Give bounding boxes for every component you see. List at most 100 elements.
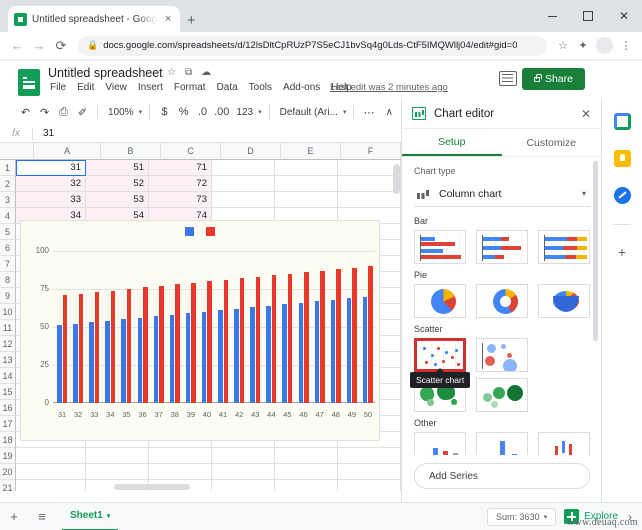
tab-customize[interactable]: Customize (502, 129, 602, 156)
row-header[interactable]: 20 (0, 464, 16, 480)
grid-cell[interactable] (275, 192, 338, 208)
grid-cell[interactable] (212, 448, 275, 464)
chart-bar-group[interactable] (56, 251, 69, 403)
thumb-scatter-chart[interactable] (414, 338, 466, 372)
currency-format-icon[interactable]: $ (155, 102, 174, 122)
grid-cell[interactable]: 72 (149, 176, 212, 192)
chart-bar[interactable] (255, 276, 261, 403)
zoom-selector[interactable]: 100% ▾ (103, 102, 144, 122)
last-edit-status[interactable]: Last edit was 2 minutes ago (330, 82, 448, 93)
new-tab-button[interactable]: + (187, 13, 196, 32)
grid-cell[interactable]: 52 (86, 176, 149, 192)
chart-bar[interactable] (314, 301, 320, 403)
sheets-logo-icon[interactable] (18, 69, 40, 96)
grid-cell[interactable] (149, 464, 212, 480)
forward-icon[interactable]: → (28, 35, 50, 57)
row-header[interactable]: 3 (0, 192, 16, 208)
grid-cell[interactable] (86, 464, 149, 480)
chart-bar-group[interactable] (136, 251, 149, 403)
thumb-pie-chart[interactable] (414, 284, 466, 318)
chart-bar[interactable] (266, 305, 271, 403)
chart-bar[interactable] (153, 316, 159, 403)
grid-cell[interactable] (212, 464, 275, 480)
chart-bar-group[interactable] (152, 251, 165, 403)
scrollbar-thumb[interactable] (393, 164, 400, 194)
menu-format[interactable]: Format (174, 82, 206, 93)
chart-bar[interactable] (346, 298, 352, 403)
font-selector[interactable]: Default (Ari... ▾ (275, 102, 349, 122)
chart-bar[interactable] (201, 311, 207, 403)
chart-bar-group[interactable] (88, 251, 101, 403)
column-header-d[interactable]: D (220, 143, 281, 160)
chart-bar[interactable] (169, 314, 175, 403)
chart-bar-group[interactable] (281, 251, 294, 403)
grid-cell[interactable] (212, 160, 275, 176)
column-header-c[interactable]: C (160, 143, 221, 160)
menu-insert[interactable]: Insert (138, 82, 163, 93)
row-header[interactable]: 1 (0, 160, 16, 176)
chart-bar-group[interactable] (104, 251, 117, 403)
menu-tools[interactable]: Tools (249, 82, 272, 93)
grid-cell[interactable] (275, 464, 338, 480)
chart-bar[interactable] (121, 319, 126, 403)
chart-bar[interactable] (137, 317, 143, 403)
row-header[interactable]: 17 (0, 416, 16, 432)
grid-cell[interactable]: 31 (16, 160, 86, 176)
sheet-tab-sheet1[interactable]: Sheet1 ▾ (62, 503, 119, 530)
grid-cell[interactable] (149, 448, 212, 464)
chart-bar[interactable] (298, 302, 304, 403)
more-formats-selector[interactable]: 123 ▾ (231, 102, 263, 122)
chart-bar[interactable] (271, 275, 277, 403)
chart-bar[interactable] (143, 287, 148, 403)
tasks-icon[interactable] (613, 187, 631, 204)
chart-bar-group[interactable] (168, 251, 181, 403)
chart-bar-group[interactable] (313, 251, 326, 403)
chart-bar[interactable] (218, 310, 223, 403)
menu-addons[interactable]: Add-ons (283, 82, 320, 93)
close-icon[interactable]: × (162, 13, 174, 25)
row-header[interactable]: 5 (0, 224, 16, 240)
chart-bar[interactable] (330, 299, 336, 403)
paint-format-icon[interactable]: ✐ (73, 102, 92, 122)
chart-bar[interactable] (105, 320, 110, 403)
cloud-saved-icon[interactable]: ☁ (201, 67, 211, 78)
chart-bar[interactable] (362, 296, 368, 403)
chart-bar-group[interactable] (297, 251, 310, 403)
document-title[interactable]: Untitled spreadsheet (48, 66, 163, 80)
minimize-icon[interactable] (534, 0, 570, 32)
row-header[interactable]: 8 (0, 272, 16, 288)
chart-bar-group[interactable] (345, 251, 358, 403)
avatar[interactable] (596, 37, 613, 54)
legend-swatch-series1[interactable] (185, 227, 194, 236)
legend-swatch-series2[interactable] (206, 227, 215, 236)
column-header-e[interactable]: E (280, 143, 341, 160)
chart-bar[interactable] (239, 278, 245, 403)
row-header[interactable]: 15 (0, 384, 16, 400)
all-sheets-icon[interactable]: ≡ (28, 503, 56, 530)
menu-data[interactable]: Data (217, 82, 238, 93)
chart-bar[interactable] (287, 273, 293, 403)
chevron-down-icon[interactable]: ▾ (107, 512, 111, 520)
collapse-toolbar-icon[interactable]: ∧ (386, 107, 393, 118)
row-header[interactable]: 14 (0, 368, 16, 384)
browser-menu-icon[interactable]: ⋮ (616, 36, 636, 56)
grid-cell[interactable] (275, 448, 338, 464)
grid-cell[interactable] (212, 192, 275, 208)
comment-history-icon[interactable] (499, 71, 517, 86)
chart-bar[interactable] (94, 292, 100, 403)
row-header[interactable]: 9 (0, 288, 16, 304)
row-header[interactable]: 2 (0, 176, 16, 192)
browser-tab[interactable]: Untitled spreadsheet - Google Sh × (8, 6, 180, 32)
row-header[interactable]: 6 (0, 240, 16, 256)
chart-bar-group[interactable] (217, 251, 230, 403)
chart-bar[interactable] (282, 304, 287, 403)
chart-bar-group[interactable] (249, 251, 262, 403)
chart-bar-group[interactable] (72, 251, 85, 403)
grid-cell[interactable] (16, 464, 86, 480)
reload-icon[interactable]: ⟳ (50, 35, 72, 57)
row-header[interactable]: 13 (0, 352, 16, 368)
grid-cell[interactable] (275, 176, 338, 192)
move-to-folder-icon[interactable]: ⧉ (185, 67, 192, 78)
thumb-donut-chart[interactable] (476, 284, 528, 318)
add-series-button[interactable]: Add Series (414, 463, 590, 489)
